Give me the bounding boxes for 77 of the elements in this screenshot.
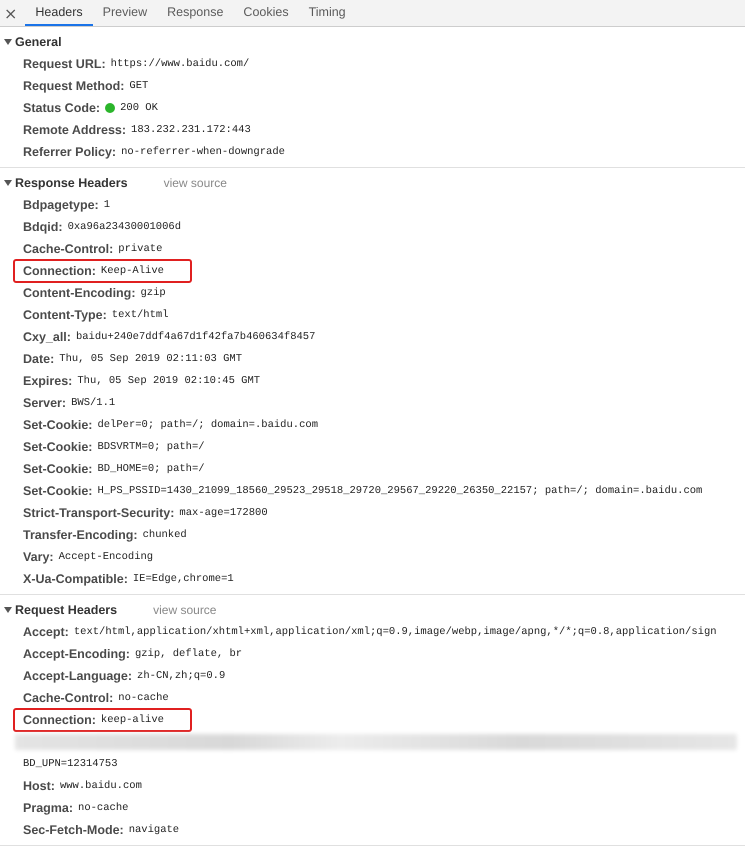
- header-value: text/html: [112, 309, 169, 321]
- header-name: Date:: [23, 352, 54, 366]
- header-name: Content-Type:: [23, 308, 107, 322]
- header-value: BD_UPN=12314753: [23, 758, 118, 770]
- header-value: gzip, deflate, br: [134, 648, 242, 660]
- tab[interactable]: Headers: [25, 0, 93, 26]
- header-value: IE=Edge,chrome=1: [132, 573, 234, 585]
- header-value: keep-alive: [100, 714, 164, 726]
- header-value: delPer=0; path=/; domain=.baidu.com: [97, 419, 318, 431]
- header-name: Pragma:: [23, 801, 74, 815]
- header-value: H_PS_PSSID=1430_21099_18560_29523_29518_29720_29567_29220_26350_22157; path=/; domain=.baidu.com: [97, 485, 702, 497]
- header-name: Accept:: [23, 625, 69, 639]
- header-name: Set-Cookie:: [23, 462, 92, 476]
- header-name: Connection:: [23, 713, 96, 727]
- header-name: Content-Encoding:: [23, 286, 136, 300]
- header-value: https://www.baidu.com/: [110, 58, 250, 70]
- header-value: Thu, 05 Sep 2019 02:10:45 GMT: [77, 375, 260, 387]
- header-value: chunked: [142, 529, 187, 541]
- caret-icon: [4, 607, 12, 613]
- header-name: Vary:: [23, 550, 54, 564]
- header-value: no-cache: [118, 692, 169, 704]
- header-name: Status Code:: [23, 101, 100, 115]
- header-value: Thu, 05 Sep 2019 02:11:03 GMT: [59, 353, 242, 365]
- header-value: no-cache: [78, 802, 128, 814]
- header-value: GET: [129, 80, 148, 92]
- close-button[interactable]: ×: [0, 0, 26, 26]
- header-name: Remote Address:: [23, 123, 126, 137]
- header-value: no-referrer-when-downgrade: [121, 146, 285, 158]
- header-name: Request URL:: [23, 57, 106, 71]
- header-value: 0xa96a23430001006d: [68, 221, 181, 233]
- header-name: Accept-Language:: [23, 669, 132, 683]
- header-name: Set-Cookie:: [23, 440, 92, 454]
- header-value: private: [118, 243, 162, 255]
- header-name: Connection:: [23, 264, 96, 278]
- header-name: Bdqid:: [23, 220, 63, 234]
- header-value: navigate: [128, 824, 180, 836]
- header-name: Transfer-Encoding:: [23, 528, 138, 542]
- header-name: X-Ua-Compatible:: [23, 572, 128, 586]
- caret-icon: [4, 39, 12, 45]
- header-value: zh-CN,zh;q=0.9: [137, 670, 226, 682]
- header-value: BDSVRTM=0; path=/: [97, 441, 205, 453]
- view-source-link[interactable]: view source: [164, 176, 227, 190]
- section-toggle[interactable]: Request Headers: [0, 603, 118, 617]
- header-name: Bdpagetype:: [23, 198, 99, 212]
- section-toggle[interactable]: General: [0, 35, 62, 49]
- header-name: Cache-Control:: [23, 242, 114, 256]
- header-value: Accept-Encoding: [58, 551, 154, 563]
- header-value: BWS/1.1: [71, 397, 116, 409]
- header-name: Cache-Control:: [23, 691, 114, 705]
- header-name: Strict-Transport-Security:: [23, 506, 174, 520]
- header-name: Set-Cookie:: [23, 484, 92, 498]
- header-value: baidu+240e7ddf4a67d1f42fa7b460634f8457: [76, 331, 316, 343]
- view-source-link[interactable]: view source: [153, 603, 216, 617]
- header-value: gzip: [140, 287, 166, 299]
- header-name: Sec-Fetch-Mode:: [23, 823, 124, 837]
- header-value: Keep-Alive: [100, 265, 164, 277]
- header-value: 183.232.231.172:443: [131, 124, 251, 136]
- header-name: Accept-Encoding:: [23, 647, 130, 661]
- header-name: Referrer Policy:: [23, 145, 116, 159]
- header-value: BD_HOME=0; path=/: [97, 463, 205, 475]
- header-value: max-age=172800: [179, 507, 268, 519]
- caret-icon: [4, 180, 12, 186]
- header-name: Set-Cookie:: [23, 418, 92, 432]
- header-value: 1: [104, 199, 110, 211]
- header-name: Host:: [23, 779, 55, 793]
- header-value: text/html,application/xhtml+xml,application/xml;q=0.9,image/webp,image/apng,*/*;q=0.8,application/sign: [74, 626, 717, 638]
- tab[interactable]: Cookies: [233, 0, 299, 26]
- section-toggle[interactable]: Response Headers: [0, 176, 128, 190]
- header-name: Server:: [23, 396, 66, 410]
- tab[interactable]: Timing: [298, 0, 356, 26]
- header-name: Expires:: [23, 374, 72, 388]
- header-name: Request Method:: [23, 79, 124, 93]
- tab[interactable]: Response: [157, 0, 234, 26]
- tab[interactable]: Preview: [92, 0, 158, 26]
- header-value: www.baidu.com: [60, 780, 142, 792]
- header-name: Cxy_all:: [23, 330, 71, 344]
- header-value: 200 OK: [120, 102, 158, 114]
